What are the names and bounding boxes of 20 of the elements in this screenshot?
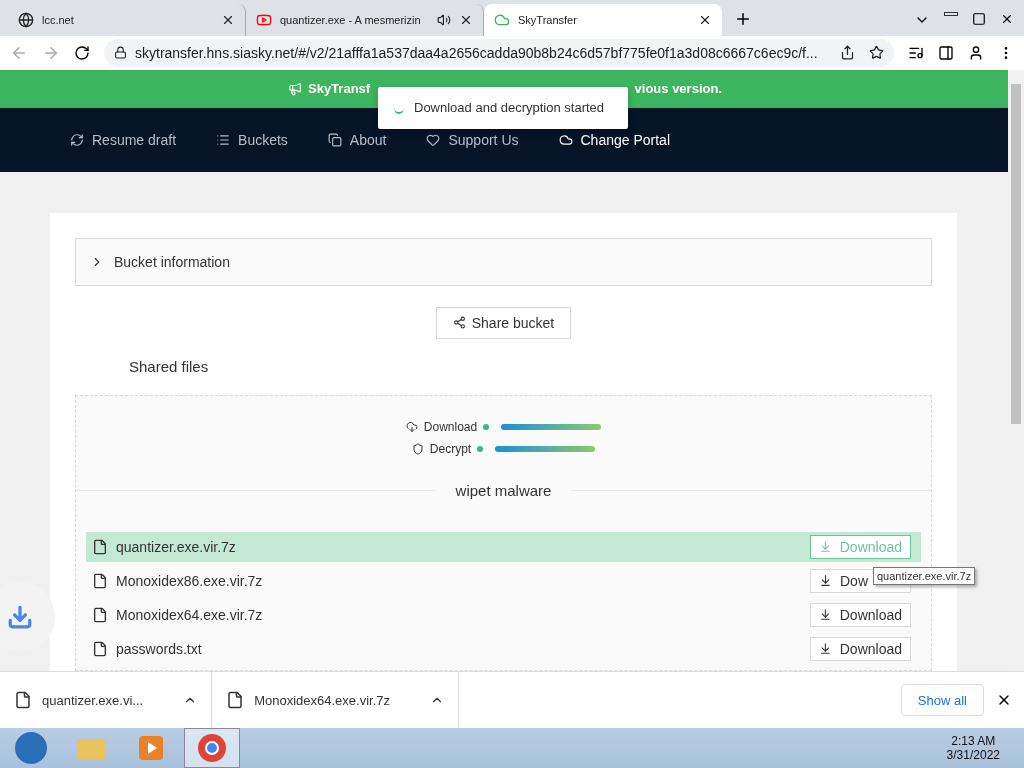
file-name: Monoxidex64.exe.vir.7z (116, 606, 264, 623)
tab-title: SkyTransfer (518, 13, 578, 26)
banner-text: vious version. (634, 81, 722, 97)
bucket-name: wipet malware (454, 481, 553, 499)
file-name: quantizer.exe.vir.7z (116, 538, 237, 555)
file-name: Monoxidex86.exe.vir.7z (116, 572, 264, 589)
clock-time: 2:13 AM (950, 734, 997, 748)
url-text: skytransfer.hns.siasky.net/#/v2/21afffa1a537daa4a2656cadda90b8b24c6d57bf775fe0f1a3d08c6667c6ec9c/f... (135, 44, 818, 61)
clock-date: 3/31/2022 (946, 748, 1000, 762)
progress-label: Download (423, 419, 478, 434)
panel-title: Bucket information (114, 253, 230, 270)
tab-title: lcc.net (42, 13, 75, 26)
progress-label: Decrypt (429, 441, 472, 456)
toast-text: Download and decryption started (414, 100, 605, 116)
banner-text: SkyTransf (308, 81, 371, 97)
section-title: Shared files (128, 356, 210, 377)
file-name: passwords.txt (116, 640, 203, 657)
tab-title: quantizer.exe - A mesmerizin (280, 13, 422, 26)
download-name: Monoxidex64.exe.vir.7z (254, 692, 391, 708)
download-name: quantizer.exe.vi... (42, 692, 144, 708)
